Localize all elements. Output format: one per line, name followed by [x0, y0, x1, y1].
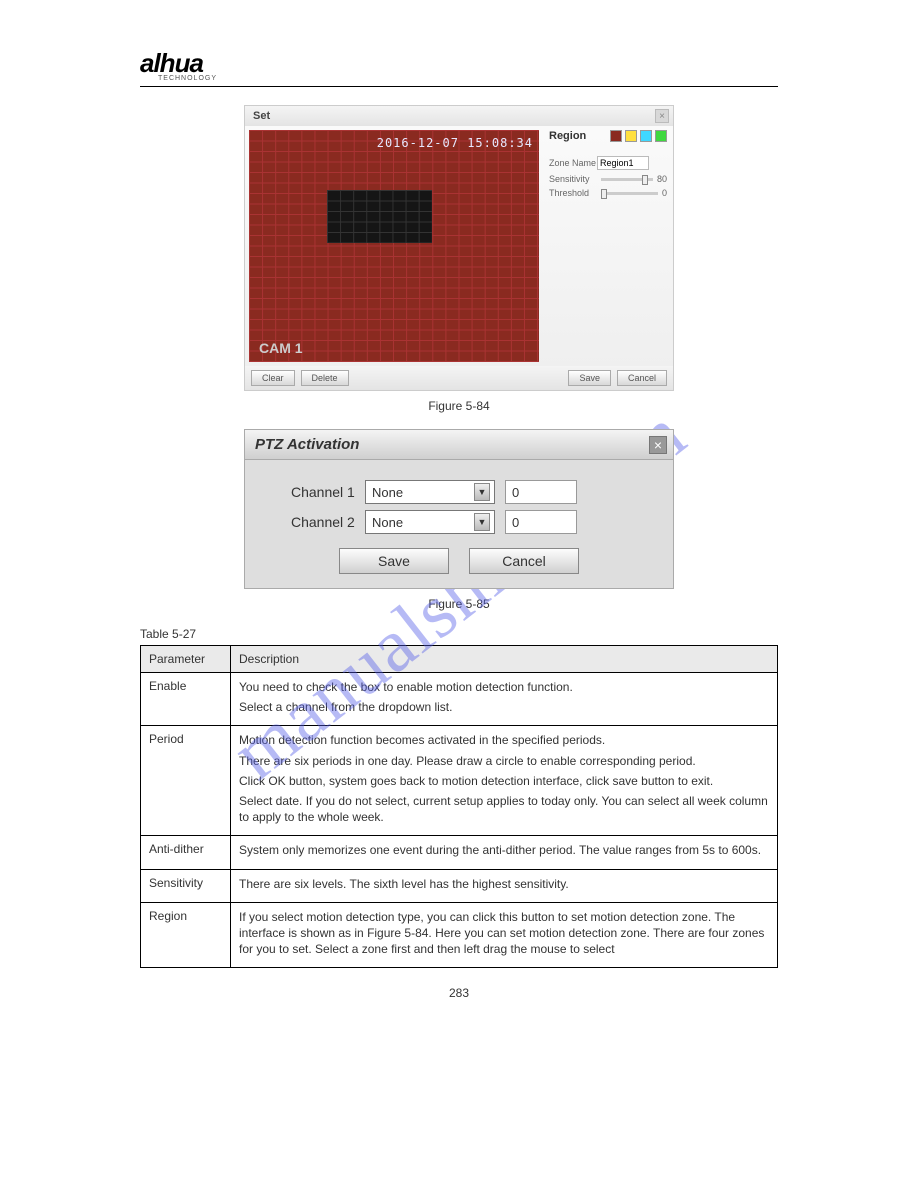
save-button[interactable]: Save: [339, 548, 449, 574]
cancel-button[interactable]: Cancel: [617, 370, 667, 386]
table-row: Enable You need to check the box to enab…: [141, 673, 778, 726]
close-icon[interactable]: ×: [649, 436, 667, 454]
save-button[interactable]: Save: [568, 370, 611, 386]
channel-1-label: Channel 1: [265, 484, 355, 500]
clear-button[interactable]: Clear: [251, 370, 295, 386]
table-row: Region If you select motion detection ty…: [141, 902, 778, 968]
chevron-down-icon: ▼: [474, 483, 490, 501]
sensitivity-value: 80: [657, 174, 667, 184]
header: alhua TECHNOLOGY: [140, 48, 778, 87]
zone-name-label: Zone Name: [549, 158, 597, 168]
grid-timestamp: 2016-12-07 15:08:34: [377, 136, 533, 150]
region-label: Region: [549, 130, 586, 142]
parameter-table: Parameter Description Enable You need to…: [140, 645, 778, 968]
channel-1-select[interactable]: None▼: [365, 480, 495, 504]
sensitivity-slider[interactable]: [601, 178, 653, 181]
ptz-dialog: PTZ Activation × Channel 1 None▼ 0 Chann…: [244, 429, 674, 589]
deselected-region[interactable]: [327, 190, 432, 243]
threshold-value: 0: [662, 188, 667, 198]
table-caption: Table 5-27: [140, 627, 778, 641]
th-description: Description: [231, 646, 778, 673]
threshold-label: Threshold: [549, 188, 597, 198]
channel-2-value[interactable]: 0: [505, 510, 577, 534]
channel-2-label: Channel 2: [265, 514, 355, 530]
cancel-button[interactable]: Cancel: [469, 548, 579, 574]
close-icon[interactable]: ×: [655, 109, 669, 123]
set-dialog: Set × 2016-12-07 15:08:34 CAM 1 Region: [244, 105, 674, 391]
motion-grid[interactable]: 2016-12-07 15:08:34 CAM 1: [249, 130, 539, 362]
region-green-icon[interactable]: [655, 130, 667, 142]
delete-button[interactable]: Delete: [301, 370, 349, 386]
page-number: 283: [140, 986, 778, 1000]
brand-subtitle: TECHNOLOGY: [158, 75, 778, 82]
region-color-picker[interactable]: [610, 130, 667, 142]
set-dialog-title: Set: [245, 106, 673, 126]
zone-name-input[interactable]: [597, 156, 649, 170]
figure2-caption: Figure 5-85: [140, 597, 778, 611]
table-row: Sensitivity There are six levels. The si…: [141, 869, 778, 902]
sensitivity-label: Sensitivity: [549, 174, 597, 184]
table-row: Anti-dither System only memorizes one ev…: [141, 836, 778, 869]
region-red-icon[interactable]: [610, 130, 622, 142]
chevron-down-icon: ▼: [474, 513, 490, 531]
th-parameter: Parameter: [141, 646, 231, 673]
figure1-caption: Figure 5-84: [140, 399, 778, 413]
channel-2-select[interactable]: None▼: [365, 510, 495, 534]
channel-1-value[interactable]: 0: [505, 480, 577, 504]
threshold-slider[interactable]: [601, 192, 658, 195]
region-yellow-icon[interactable]: [625, 130, 637, 142]
ptz-title: PTZ Activation: [245, 430, 673, 460]
camera-label: CAM 1: [259, 340, 303, 356]
region-panel: Region Zone Name Sensitivity 80: [543, 126, 673, 366]
region-cyan-icon[interactable]: [640, 130, 652, 142]
table-row: Period Motion detection function becomes…: [141, 726, 778, 836]
